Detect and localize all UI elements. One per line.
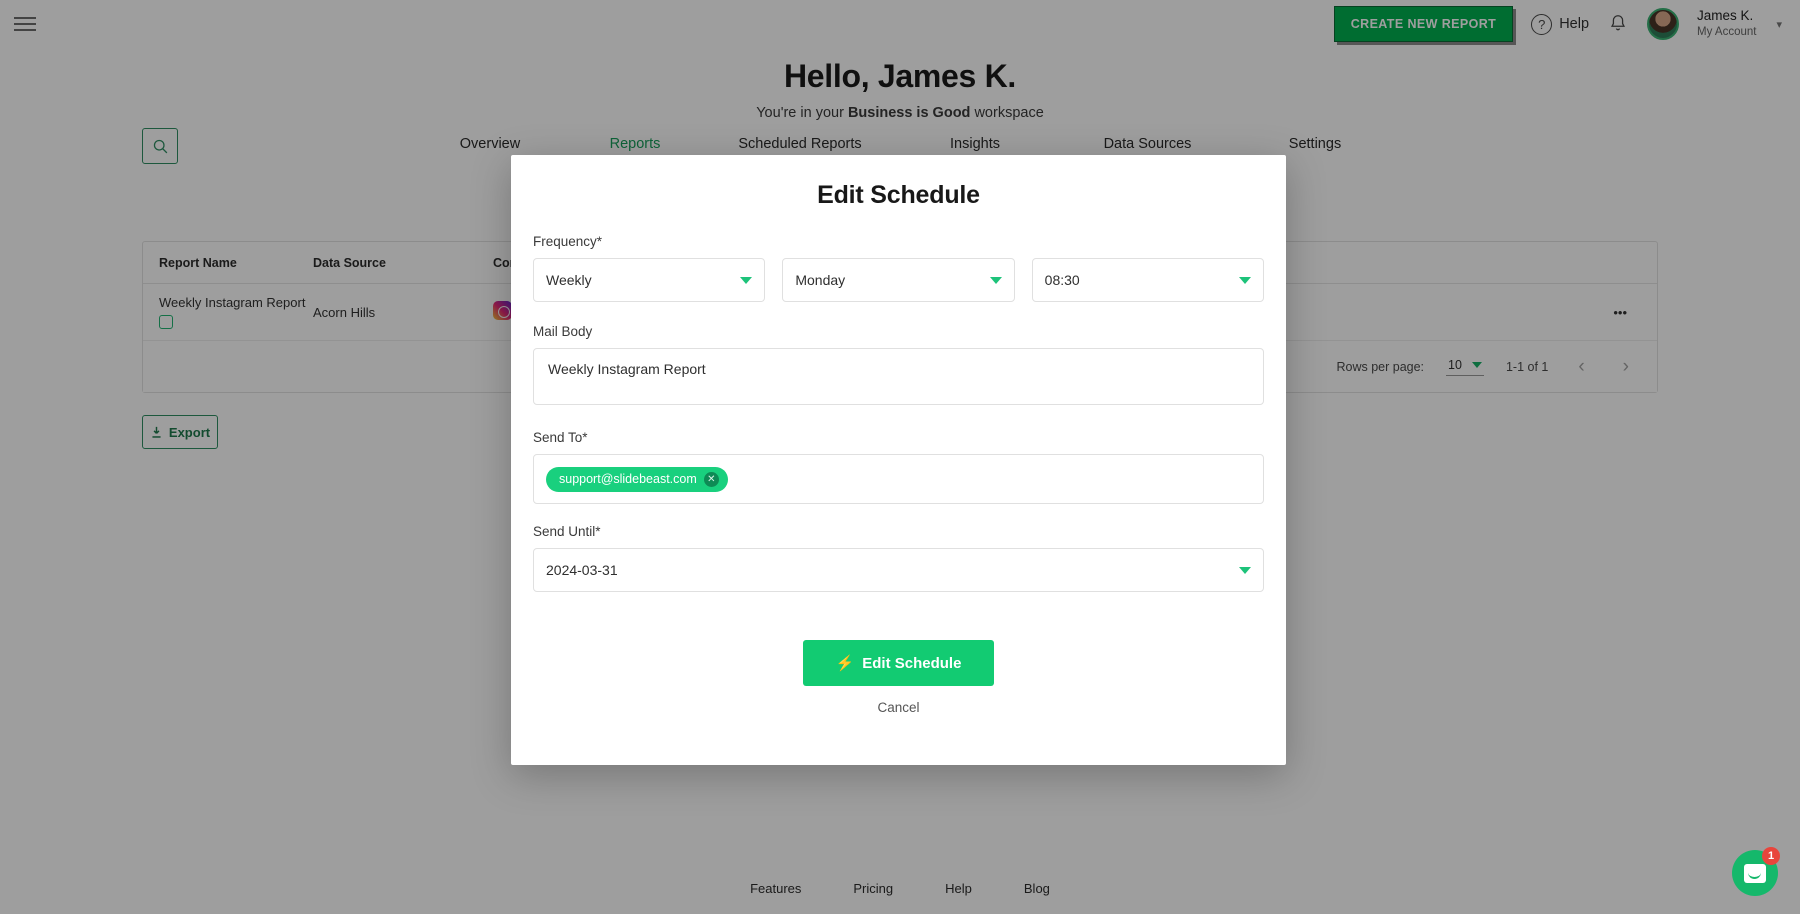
chat-bubble-icon [1744,863,1766,883]
page-root: CREATE NEW REPORT ? Help James K. My Acc… [0,0,1800,914]
send-until-select[interactable]: 2024-03-31 [533,548,1264,592]
chevron-down-icon [1238,276,1251,284]
time-select[interactable]: 08:30 [1031,258,1264,302]
mail-body-label: Mail Body [533,324,593,339]
email-chip-label: support@slidebeast.com [559,472,697,486]
email-chip: support@slidebeast.com ✕ [546,466,728,492]
send-to-input[interactable]: support@slidebeast.com ✕ [533,454,1264,504]
frequency-select[interactable]: Weekly [533,258,766,302]
frequency-label: Frequency* [533,234,603,249]
edit-schedule-submit-button[interactable]: ⚡ Edit Schedule [803,640,994,686]
send-until-value: 2024-03-31 [546,562,618,578]
send-until-label: Send Until* [533,524,601,539]
modal-title: Edit Schedule [817,181,980,209]
close-icon[interactable]: ✕ [703,471,719,487]
time-value: 08:30 [1044,272,1080,288]
chat-unread-badge: 1 [1762,847,1780,865]
bolt-icon: ⚡ [835,655,855,672]
chat-widget-button[interactable]: 1 [1732,847,1780,896]
mail-body-input[interactable] [533,348,1264,405]
frequency-row: Weekly Monday 08:30 [533,258,1264,302]
chevron-down-icon [1239,566,1251,574]
submit-label: Edit Schedule [862,654,962,672]
modal-actions: ⚡ Edit Schedule Cancel [533,640,1264,715]
chevron-down-icon [740,276,753,284]
cancel-button[interactable]: Cancel [877,700,919,715]
send-to-label: Send To* [533,430,588,445]
chevron-down-icon [989,276,1002,284]
frequency-value: Weekly [546,272,592,288]
edit-schedule-modal: Edit Schedule Frequency* Weekly Monday 0… [511,155,1286,765]
day-value: Monday [795,272,846,288]
day-select[interactable]: Monday [782,258,1015,302]
